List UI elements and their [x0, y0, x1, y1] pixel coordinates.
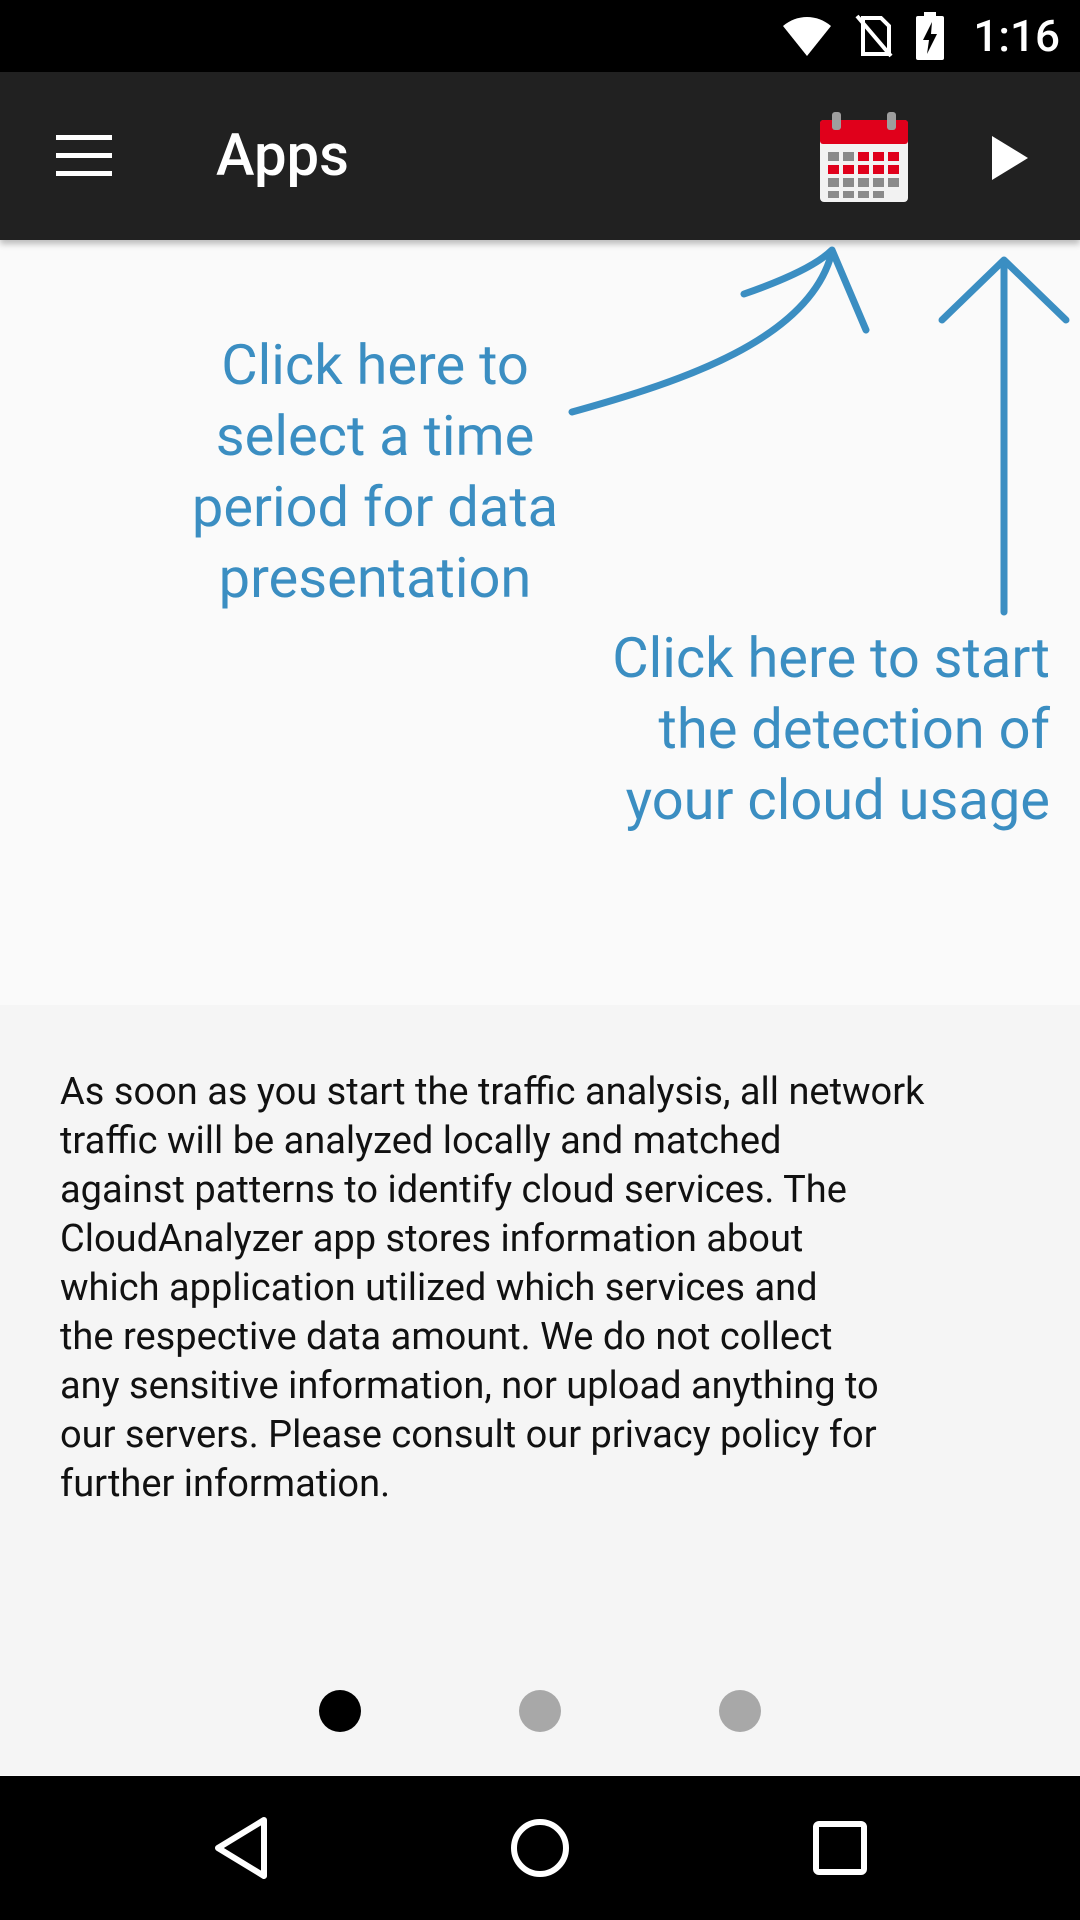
callout-line: Click here to [221, 332, 529, 398]
privacy-info-text: As soon as you start the traffic analysi… [60, 1068, 1040, 1509]
play-callout: Click here to start the detection of you… [560, 623, 1050, 836]
callout-line: the detection of [658, 696, 1050, 762]
callout-line: presentation [218, 545, 532, 611]
page-dot-3[interactable] [719, 1690, 761, 1732]
status-time: 1:16 [973, 10, 1060, 62]
info-line: against patterns to identify cloud servi… [60, 1168, 847, 1212]
home-icon[interactable] [504, 1812, 576, 1884]
callout-line: select a time [215, 403, 535, 469]
page-indicator [0, 1690, 1080, 1734]
calendar-callout: Click here to select a time period for d… [160, 330, 590, 614]
info-line: any sensitive information, nor upload an… [60, 1364, 879, 1408]
play-arrow-head [938, 256, 1070, 324]
hamburger-menu-icon[interactable] [56, 135, 112, 177]
page-title: Apps [216, 122, 350, 190]
info-line: As soon as you start the traffic analysi… [60, 1070, 925, 1114]
info-line: our servers. Please consult our privacy … [60, 1413, 877, 1457]
status-bar: 1:16 [0, 0, 1080, 72]
status-icons: 1:16 [781, 0, 1060, 72]
info-line: the respective data amount. We do not co… [60, 1315, 833, 1359]
wifi-icon [783, 17, 832, 56]
calendar-arrow-head [740, 246, 870, 334]
recents-icon[interactable] [804, 1812, 876, 1884]
app-toolbar: Apps [0, 72, 1080, 240]
info-line: further information. [60, 1462, 391, 1506]
info-line: traffic will be analyzed locally and mat… [60, 1119, 782, 1163]
page-dot-1[interactable] [319, 1690, 361, 1732]
page-dot-2[interactable] [519, 1690, 561, 1732]
battery-charging-icon [916, 12, 945, 60]
callout-line: period for data [191, 474, 559, 540]
play-icon[interactable] [980, 130, 1036, 186]
system-nav-bar [0, 1776, 1080, 1920]
calendar-icon[interactable] [818, 112, 910, 204]
no-sim-icon [855, 14, 893, 58]
back-icon[interactable] [206, 1812, 278, 1884]
info-line: CloudAnalyzer app stores information abo… [60, 1217, 804, 1261]
callout-line: your cloud usage [625, 767, 1050, 833]
calendar-arrow [568, 248, 836, 416]
info-line: which application utilized which service… [60, 1266, 818, 1310]
callout-line: Click here to start [612, 625, 1050, 691]
